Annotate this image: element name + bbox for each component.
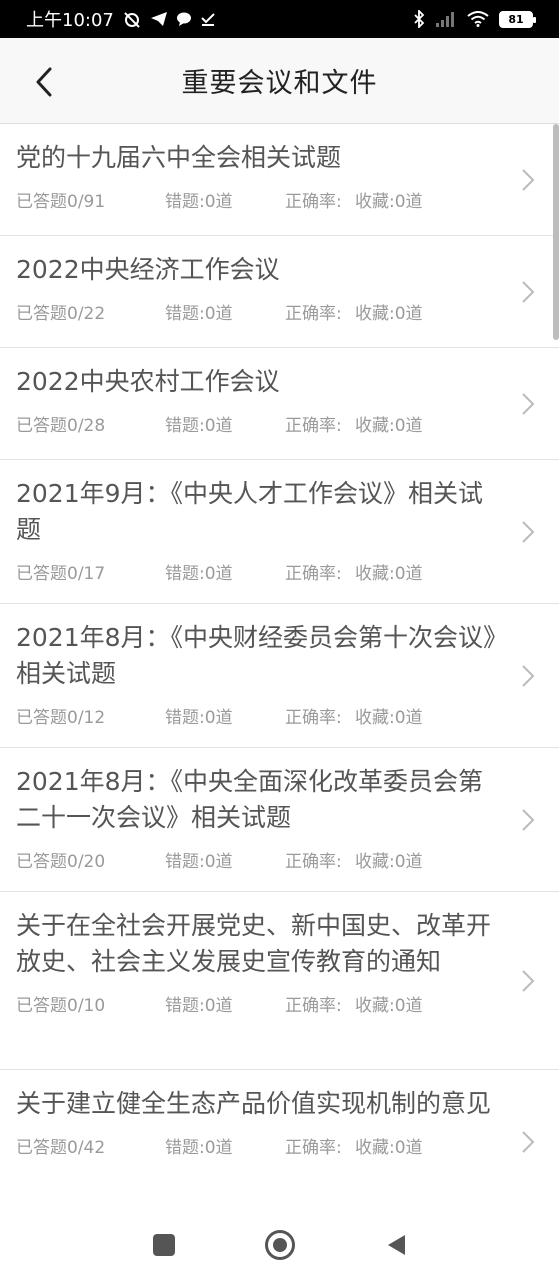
accuracy-rate: 正确率: — [285, 995, 342, 1016]
list-item[interactable]: 2021年8月：《中央财经委员会第十次会议》相关试题 已答题0/12 错题:0道… — [0, 604, 559, 748]
system-nav-bar — [0, 1210, 559, 1280]
list-item[interactable]: 2022中央农村工作会议 已答题0/28 错题:0道 正确率: 收藏:0道 — [0, 348, 559, 460]
list-item[interactable]: 2021年9月：《中央人才工作会议》相关试题 已答题0/17 错题:0道 正确率… — [0, 460, 559, 604]
wrong-count: 错题:0道 — [165, 995, 233, 1016]
battery-icon: 81 — [499, 10, 536, 28]
item-meta: 已答题0/12 错题:0道 正确率: 收藏:0道 — [16, 692, 499, 738]
item-meta: 已答题0/17 错题:0道 正确率: 收藏:0道 — [16, 548, 499, 594]
chevron-right-icon — [522, 280, 535, 303]
item-meta: 已答题0/22 错题:0道 正确率: 收藏:0道 — [16, 288, 499, 334]
bluetooth-icon — [414, 10, 425, 28]
status-left: 上午10:07 — [26, 6, 216, 32]
item-title: 2021年8月：《中央财经委员会第十次会议》相关试题 — [16, 623, 496, 688]
favorite-count: 收藏:0道 — [355, 303, 423, 324]
item-meta: 已答题0/10 错题:0道 正确率: 收藏:0道 — [16, 980, 499, 1026]
app-header: 重要会议和文件 — [0, 38, 559, 124]
item-meta: 已答题0/28 错题:0道 正确率: 收藏:0道 — [16, 400, 499, 446]
item-title: 党的十九届六中全会相关试题 — [16, 143, 342, 172]
download-check-icon — [201, 13, 215, 26]
wifi-icon — [467, 11, 489, 27]
wrong-count: 错题:0道 — [165, 851, 233, 872]
back-button[interactable] — [24, 60, 64, 104]
item-title: 2021年8月：《中央全面深化改革委员会第二十一次会议》相关试题 — [16, 767, 484, 832]
accuracy-rate: 正确率: — [285, 563, 342, 584]
answered-count: 已答题0/42 — [16, 1137, 106, 1158]
item-title: 关于在全社会开展党史、新中国史、改革开放史、社会主义发展史宣传教育的通知 — [16, 911, 492, 976]
status-right: 81 — [413, 10, 536, 28]
wrong-count: 错题:0道 — [165, 563, 233, 584]
wrong-count: 错题:0道 — [165, 1137, 233, 1158]
accuracy-rate: 正确率: — [285, 303, 342, 324]
chat-icon — [176, 12, 191, 26]
item-title: 2022中央农村工作会议 — [16, 367, 280, 396]
list-item[interactable]: 2021年8月：《中央全面深化改革委员会第二十一次会议》相关试题 已答题0/20… — [0, 748, 559, 892]
answered-count: 已答题0/20 — [16, 851, 106, 872]
accuracy-rate: 正确率: — [285, 1137, 342, 1158]
item-title: 2022中央经济工作会议 — [16, 255, 280, 284]
list-item[interactable]: 2022中央经济工作会议 已答题0/22 错题:0道 正确率: 收藏:0道 — [0, 236, 559, 348]
signal-icon — [436, 12, 454, 27]
chevron-left-icon — [36, 67, 52, 97]
favorite-count: 收藏:0道 — [355, 415, 423, 436]
favorite-count: 收藏:0道 — [355, 563, 423, 584]
wrong-count: 错题:0道 — [165, 707, 233, 728]
telegram-icon — [150, 12, 167, 26]
status-bar: 上午10:07 81 — [0, 0, 559, 38]
item-meta: 已答题0/42 错题:0道 正确率: 收藏:0道 — [16, 1122, 499, 1168]
item-meta: 已答题0/20 错题:0道 正确率: 收藏:0道 — [16, 836, 499, 882]
accuracy-rate: 正确率: — [285, 415, 342, 436]
list-item[interactable]: 关于在全社会开展党史、新中国史、改革开放史、社会主义发展史宣传教育的通知 已答题… — [0, 892, 559, 1070]
item-title: 2021年9月：《中央人才工作会议》相关试题 — [16, 479, 484, 544]
home-circle-icon[interactable] — [264, 1230, 295, 1260]
back-triangle-icon[interactable] — [385, 1233, 407, 1257]
chevron-right-icon — [522, 808, 535, 831]
chevron-right-icon — [522, 168, 535, 191]
answered-count: 已答题0/12 — [16, 707, 106, 728]
list-item[interactable]: 党的十九届六中全会相关试题 已答题0/91 错题:0道 正确率: 收藏:0道 — [0, 124, 559, 236]
favorite-count: 收藏:0道 — [355, 995, 423, 1016]
recents-square-icon[interactable] — [152, 1234, 175, 1256]
chevron-right-icon — [522, 392, 535, 415]
wrong-count: 错题:0道 — [165, 303, 233, 324]
page-title: 重要会议和文件 — [181, 68, 378, 99]
favorite-count: 收藏:0道 — [355, 1137, 423, 1158]
chevron-right-icon — [522, 1130, 535, 1153]
meeting-list[interactable]: 党的十九届六中全会相关试题 已答题0/91 错题:0道 正确率: 收藏:0道 2… — [0, 124, 559, 1210]
accuracy-rate: 正确率: — [285, 851, 342, 872]
list-item[interactable]: 关于建立健全生态产品价值实现机制的意见 已答题0/42 错题:0道 正确率: 收… — [0, 1070, 559, 1210]
muted-alarm-icon — [124, 12, 140, 28]
status-time: 上午10:07 — [26, 10, 114, 31]
chevron-right-icon — [522, 664, 535, 687]
wrong-count: 错题:0道 — [165, 191, 233, 212]
favorite-count: 收藏:0道 — [355, 707, 423, 728]
item-title: 关于建立健全生态产品价值实现机制的意见 — [16, 1089, 492, 1118]
answered-count: 已答题0/17 — [16, 563, 106, 584]
answered-count: 已答题0/10 — [16, 995, 106, 1016]
wrong-count: 错题:0道 — [165, 415, 233, 436]
favorite-count: 收藏:0道 — [355, 851, 423, 872]
chevron-right-icon — [522, 969, 535, 992]
answered-count: 已答题0/22 — [16, 303, 106, 324]
accuracy-rate: 正确率: — [285, 707, 342, 728]
answered-count: 已答题0/28 — [16, 415, 106, 436]
item-meta: 已答题0/91 错题:0道 正确率: 收藏:0道 — [16, 176, 499, 222]
answered-count: 已答题0/91 — [16, 191, 106, 212]
scrollbar[interactable] — [553, 124, 559, 340]
favorite-count: 收藏:0道 — [355, 191, 423, 212]
accuracy-rate: 正确率: — [285, 191, 342, 212]
home-dot — [272, 1238, 287, 1252]
chevron-right-icon — [522, 520, 535, 543]
